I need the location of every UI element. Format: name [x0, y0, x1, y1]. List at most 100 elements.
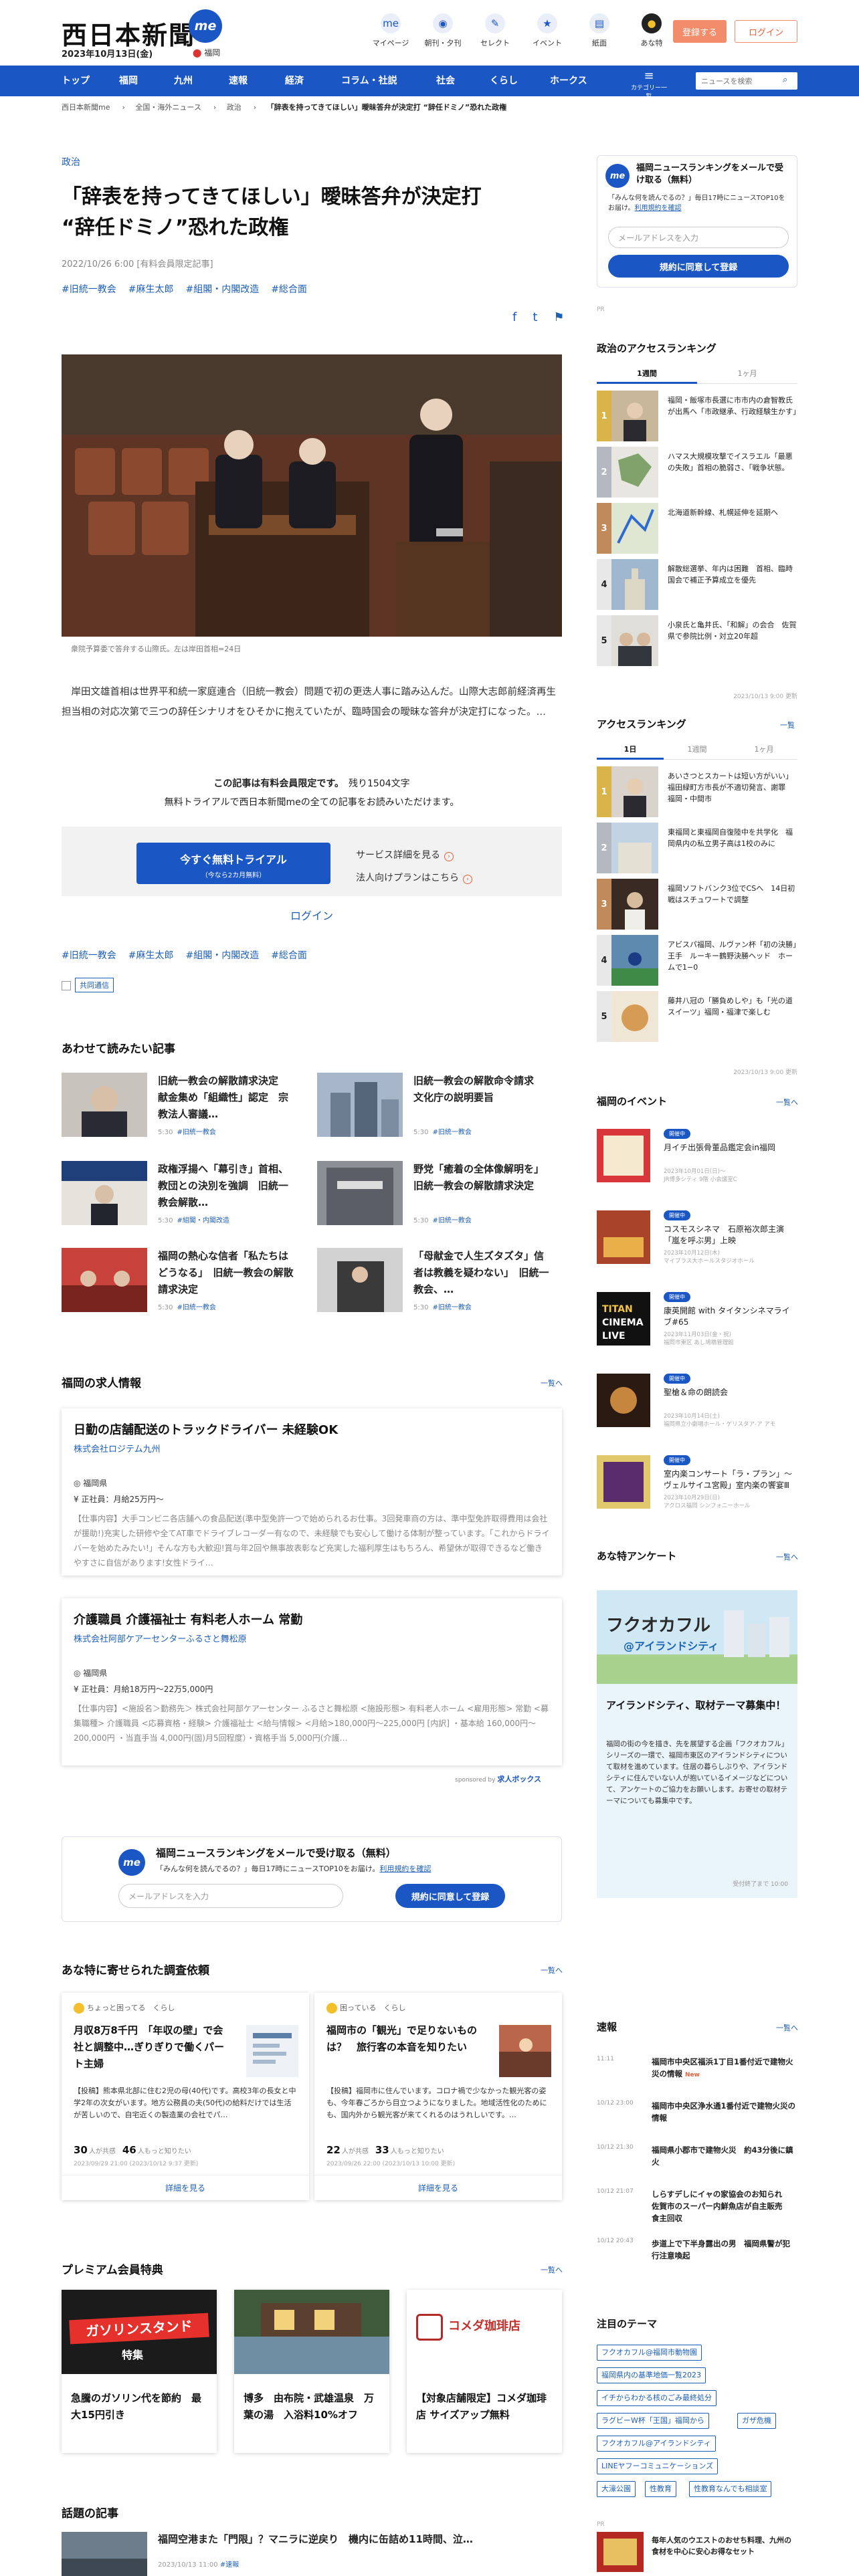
- related-item[interactable]: 旧統一教会の解散命令請求 文化庁の説明要旨 5:30 #旧統一教会: [317, 1073, 551, 1142]
- ranking-item[interactable]: 3 北海道新幹線、札幌延伸を延期へ: [597, 503, 797, 554]
- related-item[interactable]: 福岡の熱心な信者「私たちはどうなる」 旧統一教会の解散請求決定 5:30 #旧統一…: [62, 1248, 296, 1317]
- theme-tag[interactable]: フクオカフル@福岡市動物園: [597, 2345, 702, 2361]
- ranking-item[interactable]: 4 解散総選挙、年内は困難 首相、臨時国会で補正予算成立を優先: [597, 559, 797, 610]
- service-detail-link[interactable]: サービス詳細を見る ›: [356, 844, 472, 867]
- ranking-item[interactable]: 2 ハマス大規模攻撃でイスラエル「最悪の失敗」首相の脆弱さ、「戦争状態。: [597, 447, 797, 498]
- related-item[interactable]: 「母献金で人生ズタズタ」信者は教義を疑わない」 旧統一教会、… 5:30 #旧統一…: [317, 1248, 551, 1317]
- tag-link[interactable]: #組閣・内閣改造: [185, 284, 259, 295]
- tag-link[interactable]: #麻生太郎: [128, 950, 174, 961]
- related-item[interactable]: 野党「癒着の全体像解明を」 旧統一教会の解散請求決定 5:30 #旧統一教会: [317, 1161, 551, 1230]
- article-login-link[interactable]: ログイン: [62, 907, 562, 923]
- tab-1day[interactable]: 1日: [597, 740, 664, 760]
- corp-plan-link[interactable]: 法人向けプランはこちら ›: [356, 867, 472, 889]
- access-ranking-more[interactable]: 一覧: [780, 720, 795, 730]
- search-icon[interactable]: ⌕: [783, 75, 787, 85]
- facebook-icon[interactable]: f: [512, 310, 516, 324]
- bookmark-icon[interactable]: ⚑: [553, 310, 564, 324]
- ranking-item[interactable]: 5 藤井八冠の「勝負めしや」も「光の道スイーツ」福岡・福津で楽しむ: [597, 991, 797, 1042]
- nav-item-shakai[interactable]: 社会: [436, 66, 455, 96]
- premium-card[interactable]: コメダ珈琲店 【対象店舗限定】コメダ珈琲店 サイズアップ無料: [407, 2290, 562, 2453]
- tab-1month[interactable]: 1ヶ月: [731, 740, 797, 760]
- premium-card[interactable]: ガソリンスタンド 特集 急騰のガソリン代を節約 最大15円引き: [62, 2290, 217, 2453]
- job-card[interactable]: 日勤の店舗配送のトラックドライバー 未経験OK 株式会社ロジテム九州 ◎ 福岡県…: [62, 1408, 562, 1576]
- theme-tag[interactable]: イチからわかる核のごみ最終処分: [597, 2390, 717, 2406]
- ranking-item[interactable]: 1 あいさつとスカートは短い方がいい」福田緑町方市長が不適切発言、謝罪 福岡・中間…: [597, 766, 797, 817]
- tab-1week[interactable]: 1週間: [664, 740, 731, 760]
- category-menu-button[interactable]: ≡ カテゴリー一覧: [629, 70, 669, 101]
- nav-anatoku[interactable]: ● あな特: [628, 13, 676, 48]
- tag-link[interactable]: #総合面: [271, 284, 307, 295]
- sidebar-register-button[interactable]: 規約に同意して登録: [608, 255, 789, 278]
- tab-1month[interactable]: 1ヶ月: [697, 364, 797, 384]
- surveys-more-link[interactable]: 一覧へ: [541, 1965, 563, 1975]
- related-item-tag[interactable]: #旧統一教会: [432, 1304, 471, 1311]
- sokuho-more[interactable]: 一覧へ: [776, 2022, 798, 2033]
- sidebar-ad[interactable]: 毎年人気のウエストのおせち料理、九州の食材を中心に安心お得なセット: [597, 2532, 797, 2572]
- nav-item-top[interactable]: トップ: [62, 66, 90, 96]
- nav-select[interactable]: ✎ セレクト: [471, 13, 519, 48]
- sidebar-terms-link[interactable]: 利用規約を確認: [635, 205, 682, 212]
- nav-mypage[interactable]: me マイページ: [367, 13, 415, 48]
- related-item[interactable]: 旧統一教会の解散請求決定 献金集め「組織性」認定 宗教法人審議… 5:30 #旧統…: [62, 1073, 296, 1142]
- me-logo-icon[interactable]: me: [189, 9, 222, 43]
- tag-link[interactable]: #麻生太郎: [128, 284, 174, 295]
- survey-card[interactable]: 困っている くらし 福岡市の「観光」で足りないものは？ 旅行客の本音を知りたい …: [314, 1993, 562, 2200]
- ranking-item[interactable]: 5 小泉氏と亀井氏、「和解」の会合 佐賀県で参院比例・対立20年超: [597, 615, 797, 666]
- breadcrumb-national[interactable]: 全国・海外ニュース: [135, 103, 201, 112]
- sponsor-credit[interactable]: sponsored by 求人ボックス: [455, 1774, 541, 1784]
- related-item-tag[interactable]: #旧統一教会: [177, 1304, 215, 1311]
- related-item-tag[interactable]: #旧統一教会: [432, 1217, 471, 1224]
- related-item-tag[interactable]: #組閣・内閣改造: [177, 1217, 229, 1224]
- terms-link[interactable]: 利用規約を確認: [379, 1864, 431, 1873]
- twitter-icon[interactable]: t: [533, 310, 537, 324]
- ranking-item[interactable]: 2 東福岡と東福岡自復陸中を共学化 福岡県内の私立男子高は1校のみに: [597, 823, 797, 873]
- event-item[interactable]: 開催中 聖槍＆命の朗読会 2023年10月14日(土) 福岡県立小劇場ホール・ゲリスタ…: [597, 1374, 797, 1428]
- theme-tag[interactable]: LINEヤフーコミュニケーションズ: [597, 2458, 719, 2474]
- nav-paper-edition[interactable]: ◉ 朝刊・夕刊: [419, 13, 467, 48]
- survey-detail-button[interactable]: 詳細を見る: [314, 2175, 562, 2200]
- jobs-more-link[interactable]: 一覧へ: [541, 1378, 563, 1388]
- article-category[interactable]: 政治: [62, 155, 80, 169]
- ranking-item[interactable]: 3 福岡ソフトバンク3位でCSへ 14日初戦はスチュワートで調整: [597, 879, 797, 930]
- theme-tag[interactable]: 性教育: [645, 2481, 676, 2497]
- survey-detail-button[interactable]: 詳細を見る: [62, 2175, 309, 2200]
- related-item-tag[interactable]: #旧統一教会: [177, 1129, 215, 1136]
- register-button[interactable]: 登録する: [673, 20, 727, 43]
- event-item[interactable]: 開催中 月イチ出張骨董品鑑定会in福岡 2023年10月01日(日)〜 JR博多シティ…: [597, 1129, 797, 1183]
- ranking-item[interactable]: 4 アビスパ福岡、ルヴァン杯「初の決勝」王手 ルーキー鶴野決勝ヘッド ホームで1−…: [597, 935, 797, 986]
- nav-item-kyushu[interactable]: 九州: [174, 66, 193, 96]
- breadcrumb-politics[interactable]: 政治: [227, 103, 242, 112]
- register-newsletter-button[interactable]: 規約に同意して登録: [395, 1884, 505, 1908]
- sidebar-email-input[interactable]: メールアドレスを入力: [608, 227, 789, 248]
- events-more[interactable]: 一覧へ: [776, 1097, 798, 1107]
- event-item[interactable]: 開催中 コスモスシネマ 石原裕次郎主演「嵐を呼ぶ男」上映 2023年10月12日(木…: [597, 1210, 797, 1265]
- premium-card[interactable]: 博多 由布院・武雄温泉 万葉の湯 入浴料10%オフ: [234, 2290, 389, 2453]
- theme-tag[interactable]: 性教育なんでも相談室: [689, 2481, 772, 2497]
- event-item[interactable]: 開催中 室内楽コンサート「ラ・プラン」〜ヴェルサイユ宮殿」室内楽の饗宴Ⅲ 2023年…: [597, 1455, 797, 1509]
- nav-item-sokuho[interactable]: 速報: [229, 66, 248, 96]
- nav-item-keizai[interactable]: 経済: [285, 66, 304, 96]
- tab-1week[interactable]: 1週間: [597, 364, 697, 384]
- region-selector[interactable]: ⬤ 福岡: [193, 47, 220, 58]
- enquete-more[interactable]: 一覧へ: [776, 1551, 798, 1562]
- nav-shimen[interactable]: ▤ 紙面: [575, 13, 624, 48]
- login-button[interactable]: ログイン: [735, 20, 797, 43]
- nav-item-kurashi[interactable]: くらし: [490, 66, 518, 96]
- site-logo[interactable]: 西日本新聞: [62, 15, 195, 51]
- enquete-card[interactable]: フクオカフル @アイランドシティ アイランドシティ、取材テーマ募集中！ 福岡の街…: [597, 1590, 797, 1898]
- tag-link[interactable]: #旧統一教会: [62, 284, 116, 295]
- theme-tag[interactable]: 福岡県内の基準地価一覧2023: [597, 2367, 706, 2383]
- theme-tag[interactable]: ガザ危機: [737, 2413, 776, 2429]
- related-item-tag[interactable]: #旧統一教会: [432, 1129, 471, 1136]
- related-item[interactable]: 政権浮揚へ「幕引き」首相、教団との決別を強調 旧統一教会解散… 5:30 #組閣・…: [62, 1161, 296, 1230]
- theme-tag[interactable]: フクオカフル@アイランドシティ: [597, 2436, 716, 2452]
- topic-item-tag[interactable]: #速報: [220, 2561, 239, 2569]
- nav-event[interactable]: ★ イベント: [523, 13, 571, 48]
- tag-link[interactable]: #組閣・内閣改造: [185, 950, 259, 961]
- breadcrumb-home[interactable]: 西日本新聞me: [62, 103, 110, 112]
- article-photo[interactable]: +拡大: [62, 354, 562, 637]
- event-item[interactable]: TITAN CINEMA LIVE 開催中 康英開館 with タイタンシネマライブ#6…: [597, 1292, 797, 1346]
- theme-tag[interactable]: ラグビーW杯「王国」福岡から: [597, 2413, 709, 2429]
- nav-item-hawks[interactable]: ホークス: [550, 66, 587, 96]
- job-card[interactable]: 介護職員 介護福祉士 有料老人ホーム 常勤 株式会社阿部ケアーセンターふるさと舞…: [62, 1598, 562, 1765]
